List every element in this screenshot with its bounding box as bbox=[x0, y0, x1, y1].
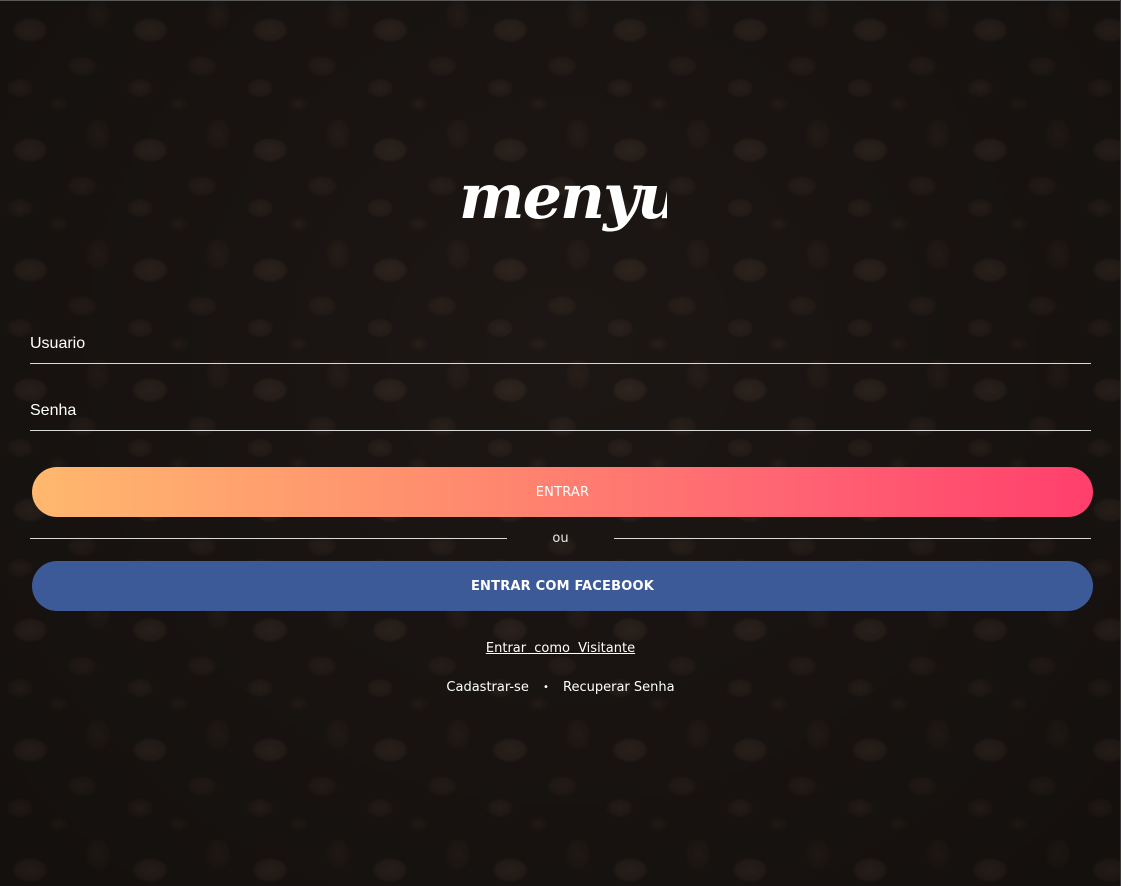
password-field[interactable] bbox=[30, 390, 1091, 431]
guest-link-row: Entrar como Visitante bbox=[0, 640, 1121, 658]
divider-line-right bbox=[614, 538, 1091, 539]
background-overlay bbox=[0, 0, 1121, 886]
divider-text: ou bbox=[552, 531, 569, 546]
menyu-logo: menyu bbox=[455, 160, 667, 260]
login-button[interactable]: ENTRAR bbox=[32, 467, 1093, 517]
or-divider: ou bbox=[30, 530, 1091, 548]
password-input[interactable] bbox=[30, 398, 1091, 424]
signup-link[interactable]: Cadastrar-se bbox=[446, 680, 528, 695]
facebook-login-button[interactable]: ENTRAR COM FACEBOOK bbox=[32, 561, 1093, 611]
username-field[interactable] bbox=[30, 323, 1091, 364]
menyu-logo-wordmark: menyu bbox=[459, 160, 667, 233]
username-input[interactable] bbox=[30, 331, 1091, 357]
recover-password-link[interactable]: Recuperar Senha bbox=[563, 680, 675, 695]
top-border bbox=[0, 0, 1121, 1]
logo-text: menyu bbox=[459, 160, 667, 233]
account-links-row: Cadastrar-se • Recuperar Senha bbox=[0, 679, 1121, 697]
links-separator: • bbox=[542, 682, 549, 693]
guest-login-link[interactable]: Entrar como Visitante bbox=[486, 641, 635, 656]
divider-line-left bbox=[30, 538, 507, 539]
